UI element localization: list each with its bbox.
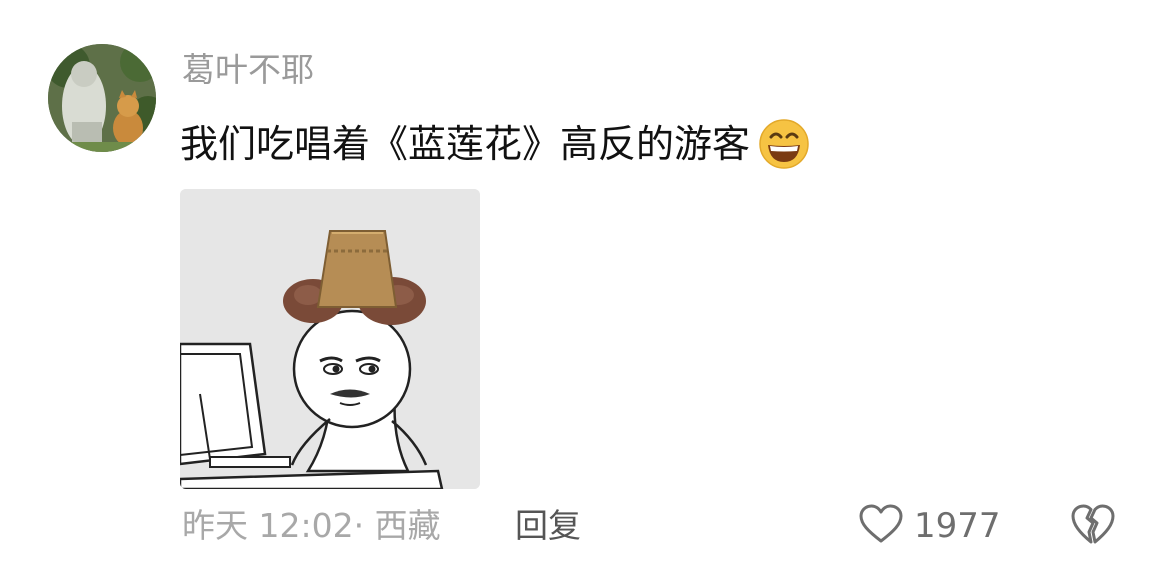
heart-outline-icon: [858, 503, 904, 549]
comment-text: 我们吃唱着《蓝莲花》高反的游客: [180, 122, 751, 166]
comment-footer: 昨天 12:02· 西藏 回复 1977: [182, 504, 1142, 548]
like-button[interactable]: 1977: [858, 504, 1001, 548]
comment-body: 我们吃唱着《蓝莲花》高反的游客: [180, 118, 814, 170]
dislike-button[interactable]: [1070, 504, 1116, 548]
grinning-face-emoji: [754, 118, 814, 170]
username[interactable]: 葛叶不耶: [182, 48, 314, 92]
avatar[interactable]: [48, 44, 156, 152]
comment-image[interactable]: [180, 189, 480, 489]
like-count: 1977: [914, 506, 1001, 546]
reply-button[interactable]: 回复: [515, 504, 581, 548]
timestamp: 昨天 12:02· 西藏: [182, 506, 441, 545]
broken-heart-icon: [1070, 502, 1116, 550]
